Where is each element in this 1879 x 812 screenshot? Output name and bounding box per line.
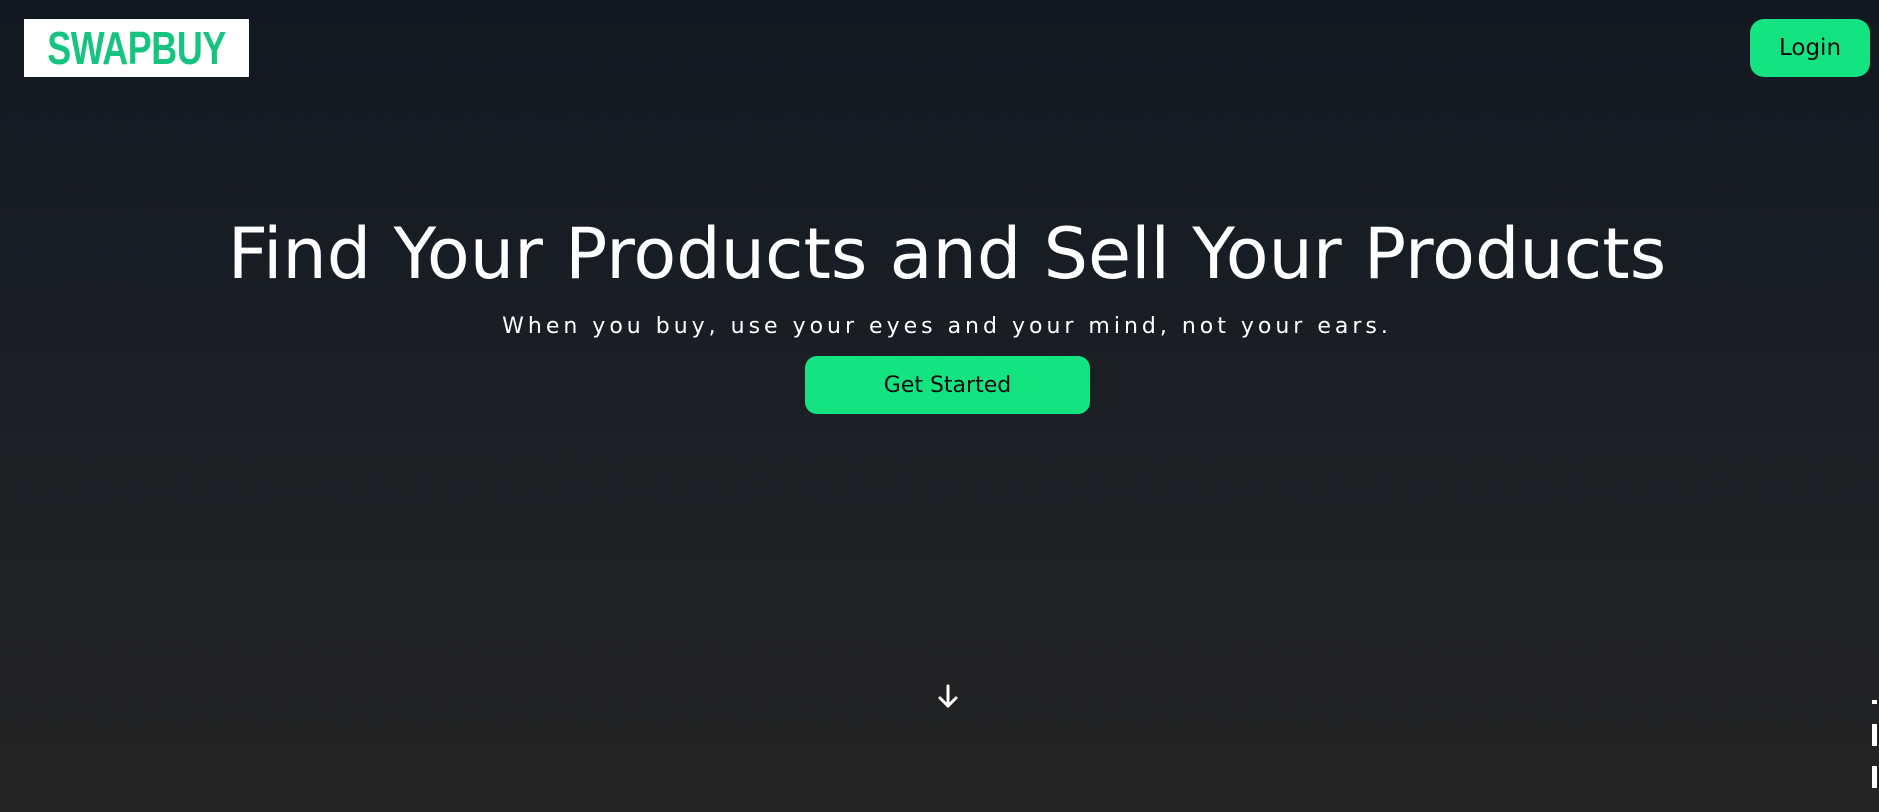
hero-title: Find Your Products and Sell Your Product… xyxy=(227,213,1667,295)
arrow-down-icon xyxy=(938,684,958,708)
logo-text: SWAPBUY xyxy=(47,22,226,74)
scroll-down-button[interactable] xyxy=(933,682,963,712)
edge-fragment xyxy=(1872,692,1879,792)
hero-subtitle: When you buy, use your eyes and your min… xyxy=(502,314,1392,339)
get-started-button[interactable]: Get Started xyxy=(805,356,1090,414)
logo[interactable]: SWAPBUY xyxy=(24,19,249,77)
login-button[interactable]: Login xyxy=(1750,19,1870,77)
